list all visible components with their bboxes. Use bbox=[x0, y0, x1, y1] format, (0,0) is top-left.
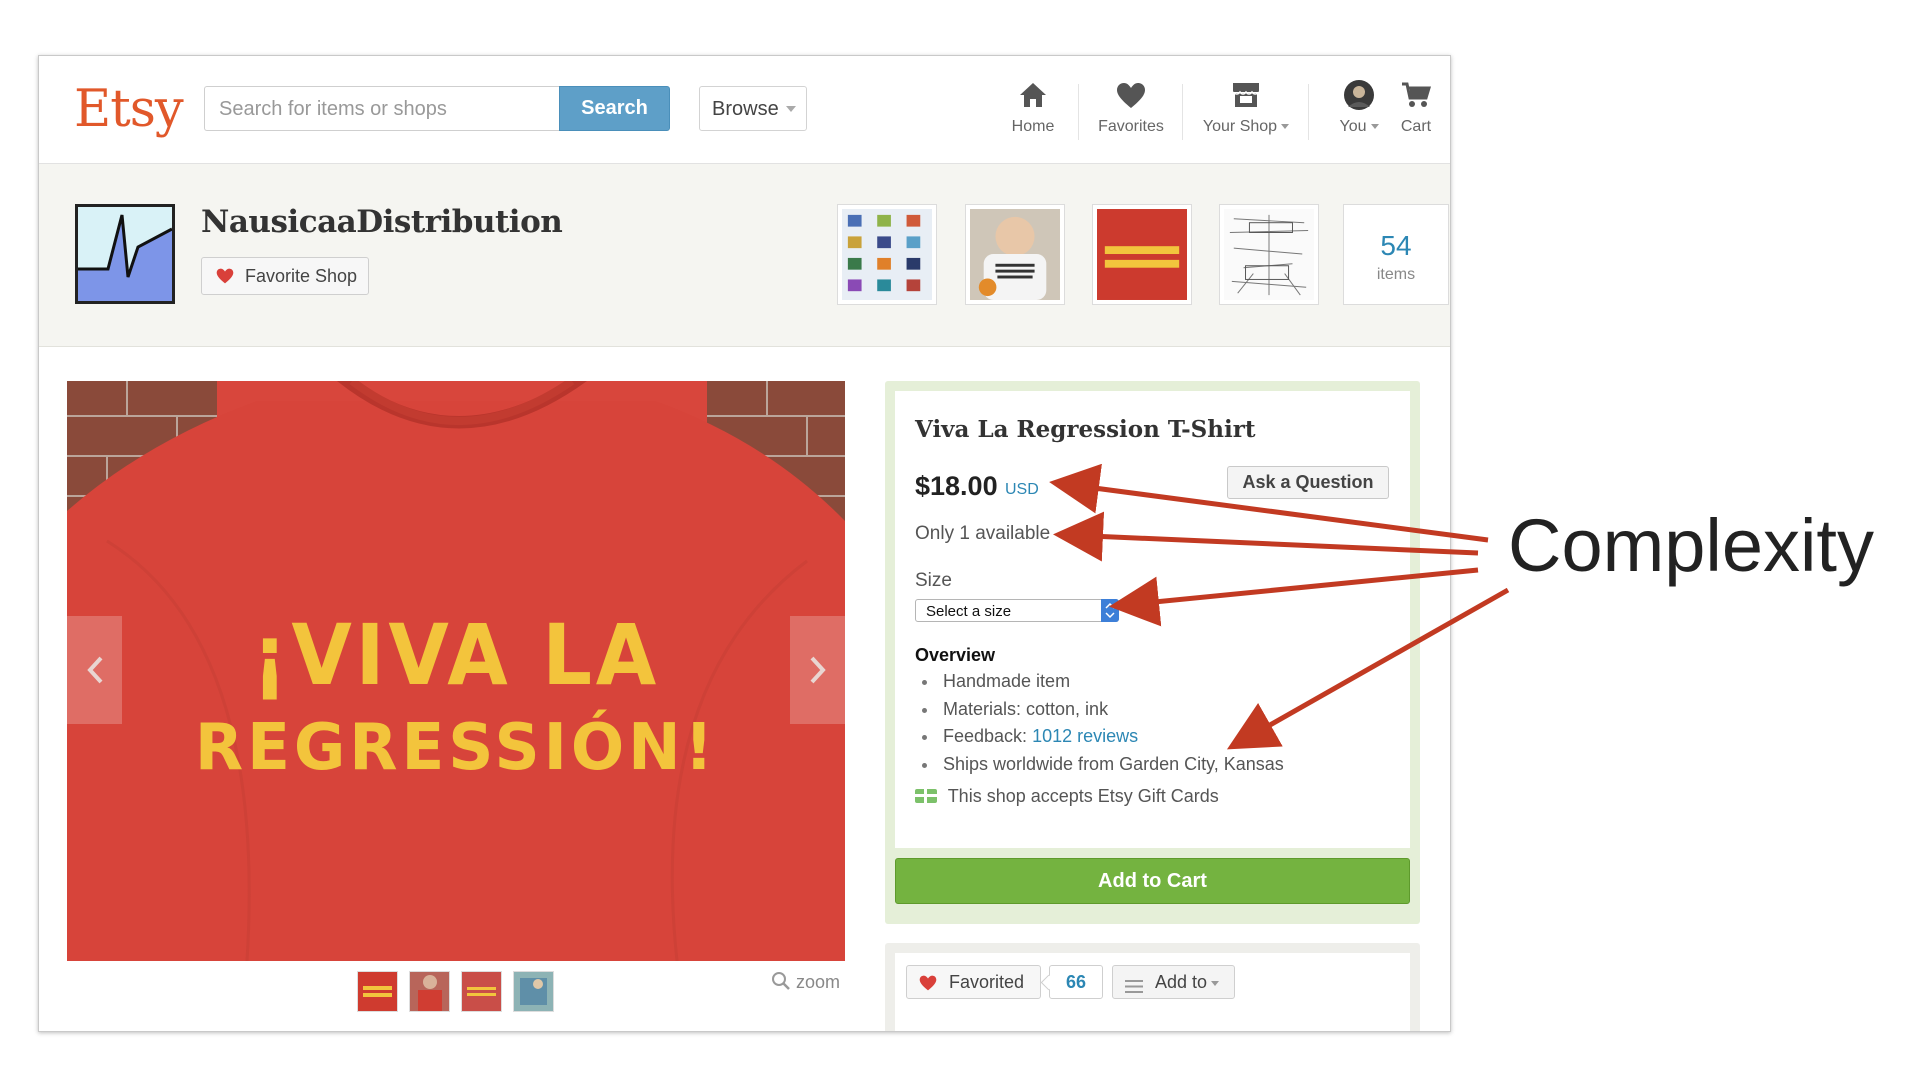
annotation-label: Complexity bbox=[1508, 504, 1874, 587]
